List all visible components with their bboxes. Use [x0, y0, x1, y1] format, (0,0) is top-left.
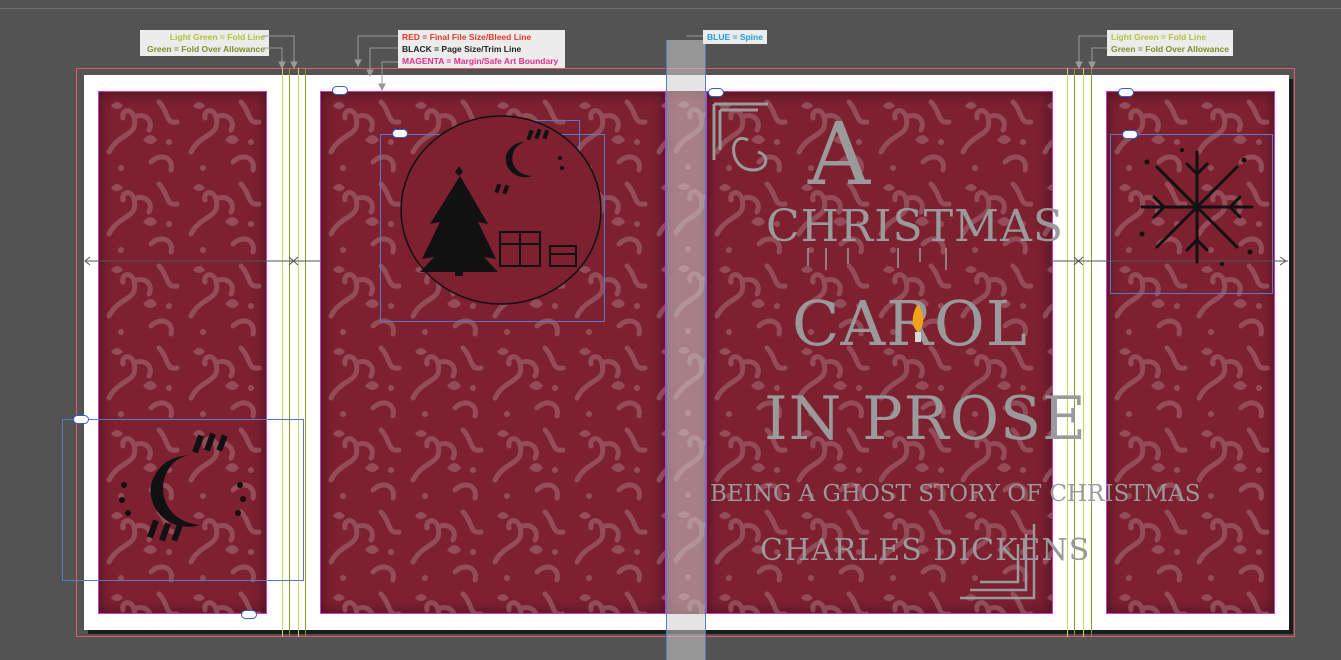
- author: CHARLES DICKENS: [760, 533, 1091, 568]
- link-icon[interactable]: [73, 415, 89, 424]
- corner-decoration: [960, 524, 1036, 600]
- fold-allowance-right-2: [1091, 68, 1092, 637]
- subtitle: BEING A GHOST STORY OF CHRISTMAS: [710, 481, 1201, 507]
- title-a: A: [808, 105, 872, 205]
- title-in-prose: IN PROSE: [764, 384, 1087, 454]
- spine-guide[interactable]: [666, 40, 706, 660]
- candle-flame-icon: [912, 304, 924, 342]
- fold-allowance-left-2: [305, 68, 306, 637]
- icicle-decoration: [807, 248, 947, 270]
- snowflake-icon: [1139, 148, 1254, 266]
- crescent-moon-icon: [119, 432, 246, 542]
- link-icon[interactable]: [241, 610, 257, 619]
- christmas-ornament-circle: [400, 115, 602, 305]
- legend-leader-lines: [262, 35, 1107, 92]
- title-christmas: CHRISTMAS: [766, 201, 1065, 252]
- link-icon[interactable]: [1122, 130, 1138, 139]
- flourish-decoration: [712, 102, 768, 172]
